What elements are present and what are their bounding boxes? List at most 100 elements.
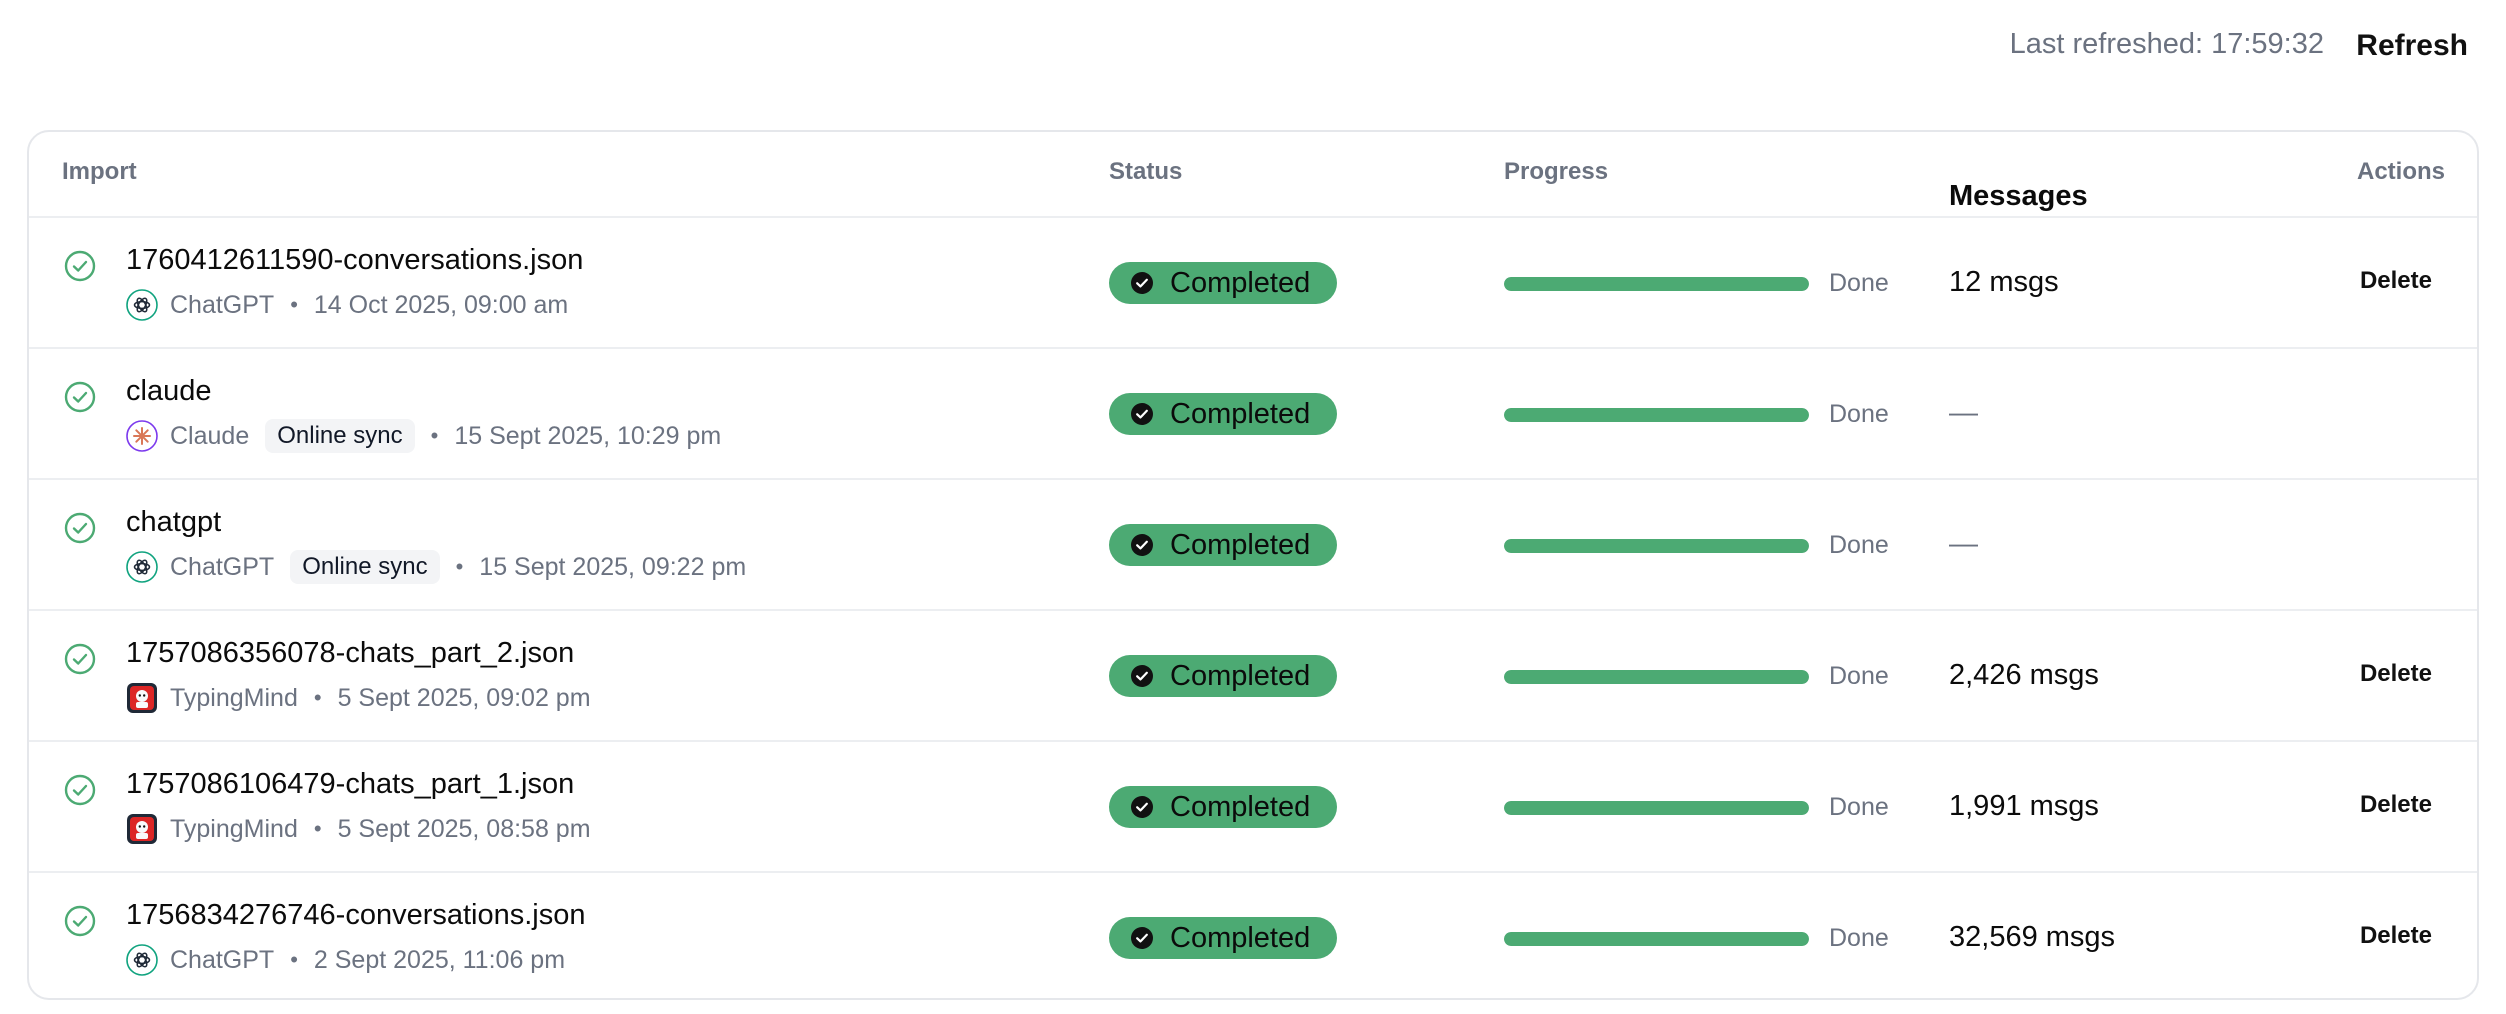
status-badge: Completed	[1109, 655, 1337, 697]
status-badge: Completed	[1109, 917, 1337, 959]
progress-label: Done	[1829, 400, 1889, 428]
check-circle-icon	[64, 774, 96, 806]
import-meta: ChatGPT • 2 Sept 2025, 11:06 pm	[126, 943, 565, 977]
import-name: chatgpt	[126, 506, 222, 538]
chatgpt-icon	[126, 289, 158, 321]
import-date: 15 Sept 2025, 09:22 pm	[479, 552, 747, 581]
column-header-actions: Actions	[2356, 158, 2445, 185]
check-circle-icon	[64, 250, 96, 282]
progress-fill	[1504, 277, 1809, 291]
status-label: Completed	[1170, 528, 1311, 561]
separator-dot: •	[430, 423, 439, 448]
message-count: 1,991 msgs	[1949, 790, 2099, 822]
progress-label: Done	[1829, 924, 1889, 952]
progress-fill	[1504, 408, 1809, 422]
check-circle-icon	[64, 381, 96, 413]
refresh-button[interactable]: Refresh	[2348, 24, 2476, 68]
status-label: Completed	[1170, 266, 1311, 299]
progress-bar	[1504, 801, 1809, 815]
check-circle-filled-icon	[1130, 795, 1154, 819]
source-name: ChatGPT	[170, 552, 275, 581]
source-name: ChatGPT	[170, 290, 275, 319]
status-badge: Completed	[1109, 262, 1337, 304]
table-row: claude Claude Online sync • 15 Sept 2025…	[29, 347, 2477, 478]
import-meta: ChatGPT • 14 Oct 2025, 09:00 am	[126, 288, 568, 322]
source-name: TypingMind	[170, 683, 298, 712]
status-badge: Completed	[1109, 786, 1337, 828]
column-header-status: Status	[1109, 158, 1183, 185]
check-circle-icon	[64, 905, 96, 937]
progress-fill	[1504, 932, 1809, 946]
typingmind-icon	[126, 682, 158, 714]
import-meta: TypingMind • 5 Sept 2025, 08:58 pm	[126, 812, 591, 846]
check-circle-filled-icon	[1130, 664, 1154, 688]
import-date: 5 Sept 2025, 09:02 pm	[337, 683, 591, 712]
import-date: 14 Oct 2025, 09:00 am	[313, 290, 569, 319]
progress-fill	[1504, 801, 1809, 815]
column-header-messages: Messages	[1949, 180, 2088, 212]
source-name: ChatGPT	[170, 945, 275, 974]
progress-bar	[1504, 670, 1809, 684]
import-meta: TypingMind • 5 Sept 2025, 09:02 pm	[126, 681, 591, 715]
import-meta: ChatGPT Online sync • 15 Sept 2025, 09:2…	[126, 550, 746, 584]
import-name: 1760412611590-conversations.json	[126, 244, 584, 276]
message-count: 32,569 msgs	[1949, 921, 2116, 953]
online-sync-badge: Online sync	[290, 550, 440, 584]
import-date: 5 Sept 2025, 08:58 pm	[337, 814, 591, 843]
import-name: 1757086356078-chats_part_2.json	[126, 637, 575, 669]
progress-label: Done	[1829, 793, 1889, 821]
progress-bar	[1504, 277, 1809, 291]
check-circle-icon	[64, 643, 96, 675]
table-row: chatgpt ChatGPT Online sync • 15 Sept 20…	[29, 478, 2477, 609]
progress-label: Done	[1829, 662, 1889, 690]
delete-button[interactable]: Delete	[2360, 267, 2432, 295]
online-sync-badge: Online sync	[265, 419, 415, 453]
check-circle-filled-icon	[1130, 271, 1154, 295]
source-name: TypingMind	[170, 814, 298, 843]
import-date: 15 Sept 2025, 10:29 pm	[454, 421, 722, 450]
import-name: claude	[126, 375, 212, 407]
column-header-progress: Progress	[1504, 158, 1609, 185]
table-row: 1757086106479-chats_part_1.json TypingMi…	[29, 740, 2477, 871]
progress-bar	[1504, 408, 1809, 422]
check-circle-filled-icon	[1130, 402, 1154, 426]
separator-dot: •	[290, 947, 298, 972]
separator-dot: •	[455, 554, 464, 579]
import-date: 2 Sept 2025, 11:06 pm	[313, 945, 566, 974]
progress-bar	[1504, 932, 1809, 946]
imports-table: Import Status Progress Messages Actions …	[27, 130, 2479, 1000]
progress-label: Done	[1829, 531, 1889, 559]
message-count: —	[1949, 528, 1978, 560]
delete-button[interactable]: Delete	[2360, 922, 2432, 950]
status-label: Completed	[1170, 659, 1311, 692]
delete-button[interactable]: Delete	[2360, 791, 2432, 819]
last-refreshed-text: Last refreshed: 17:59:32	[2009, 28, 2324, 60]
separator-dot: •	[290, 292, 298, 317]
table-row: 1760412611590-conversations.json ChatGPT…	[29, 216, 2477, 347]
progress-label: Done	[1829, 269, 1889, 297]
import-name: 1757086106479-chats_part_1.json	[126, 768, 575, 800]
source-name: Claude	[170, 421, 250, 450]
typingmind-icon	[126, 813, 158, 845]
top-bar: Last refreshed: 17:59:32 Refresh	[0, 0, 2506, 96]
table-header: Import Status Progress Messages Actions	[29, 132, 2477, 216]
message-count: —	[1949, 397, 1978, 429]
separator-dot: •	[313, 685, 322, 710]
status-label: Completed	[1170, 397, 1311, 430]
status-badge: Completed	[1109, 524, 1337, 566]
progress-bar	[1504, 539, 1809, 553]
message-count: 12 msgs	[1949, 266, 2059, 298]
progress-fill	[1504, 670, 1809, 684]
table-row: 1757086356078-chats_part_2.json TypingMi…	[29, 609, 2477, 740]
status-badge: Completed	[1109, 393, 1337, 435]
delete-button[interactable]: Delete	[2360, 660, 2432, 688]
message-count: 2,426 msgs	[1949, 659, 2099, 691]
status-label: Completed	[1170, 921, 1311, 954]
check-circle-filled-icon	[1130, 533, 1154, 557]
check-circle-icon	[64, 512, 96, 544]
import-name: 1756834276746-conversations.json	[126, 899, 586, 931]
chatgpt-icon	[126, 944, 158, 976]
table-row: 1756834276746-conversations.json ChatGPT…	[29, 871, 2477, 998]
separator-dot: •	[313, 816, 322, 841]
check-circle-filled-icon	[1130, 926, 1154, 950]
